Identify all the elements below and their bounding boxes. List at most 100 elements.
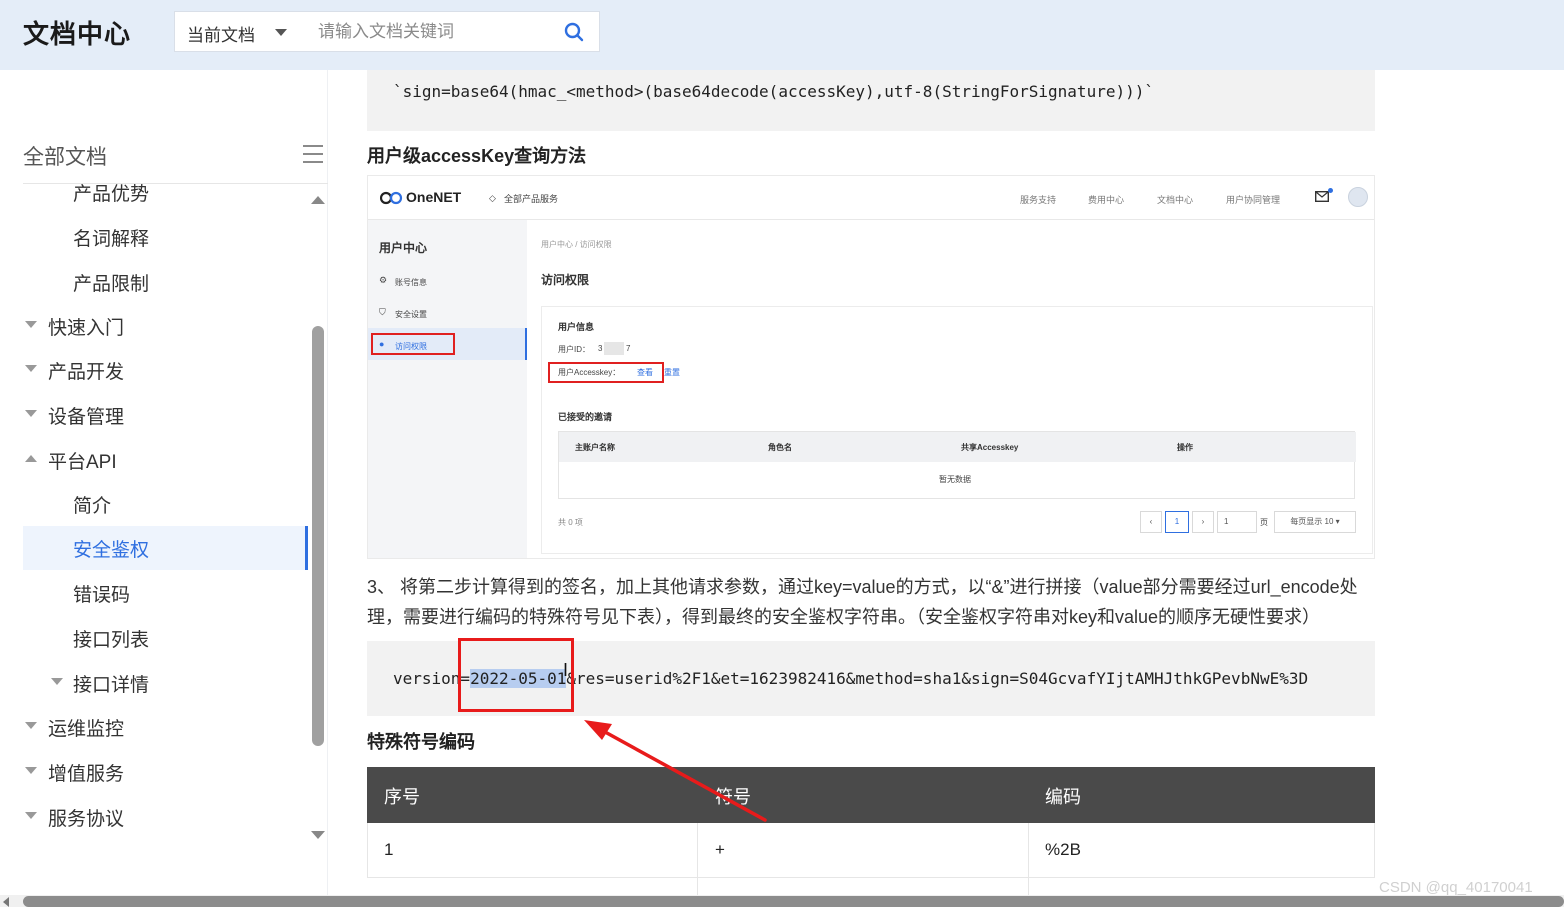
scroll-down-arrow[interactable] xyxy=(311,831,325,839)
page-unit: 页 xyxy=(1260,518,1268,527)
column-header: 主账户名称 xyxy=(575,443,615,452)
step3-paragraph: 3、 将第二步计算得到的签名，加上其他请求参数，通过key=value的方式，以… xyxy=(367,572,1367,632)
page-current: 1 xyxy=(1165,511,1189,533)
sidebar-item-ops-monitor[interactable]: 运维监控 xyxy=(23,705,308,749)
sidebar-item-service-agreement[interactable]: 服务协议 xyxy=(23,795,308,839)
sidebar-scrollbar[interactable] xyxy=(312,326,324,746)
invites-table: 主账户名称 角色名 共享Accesskey 操作 暂无数据 xyxy=(558,431,1356,499)
annotation-box xyxy=(548,362,664,383)
sidebar-item-label: 运维监控 xyxy=(48,719,125,740)
search-icon[interactable] xyxy=(563,21,585,43)
diamond-icon: ◇ xyxy=(489,193,496,203)
sidebar-item-label: 名词解释 xyxy=(73,229,150,250)
caret-down-icon xyxy=(25,321,37,328)
horizontal-scrollbar[interactable] xyxy=(0,895,1564,907)
caret-up-icon xyxy=(25,455,37,462)
doc-sidebar: 全部文档 产品优势 名词解释 产品限制 快速入门 产品开发 设备管理 平台API… xyxy=(0,70,328,895)
notification-dot xyxy=(1328,188,1333,193)
table-header: 序号 符号 编码 xyxy=(367,767,1375,823)
table-divider xyxy=(1028,823,1029,895)
column-header: 符号 xyxy=(715,787,751,807)
empty-state-text: 暂无数据 xyxy=(939,475,971,484)
sidebar-item-label: 快速入门 xyxy=(48,318,125,339)
annotation-highlight-box xyxy=(458,638,574,712)
sidebar-item-device-mgmt[interactable]: 设备管理 xyxy=(23,393,308,437)
screenshot-topbar: OneNET ◇ 全部产品服务 服务支持 费用中心 文档中心 用户协同管理 xyxy=(368,176,1374,220)
sidebar-item-limits[interactable]: 产品限制 xyxy=(23,260,308,304)
sidebar-item-value-added[interactable]: 增值服务 xyxy=(23,750,308,794)
sidebar-item-product-dev[interactable]: 产品开发 xyxy=(23,348,308,392)
sidebar-title: 全部文档 xyxy=(23,146,107,169)
sidebar-item-label: 平台API xyxy=(48,452,117,473)
section-heading-special: 特殊符号编码 xyxy=(367,732,475,752)
search-input[interactable] xyxy=(318,20,558,44)
sidebar-item-label: 错误码 xyxy=(73,585,131,606)
all-products-link: 全部产品服务 xyxy=(504,194,559,204)
user-center-title: 用户中心 xyxy=(379,241,428,255)
column-header: 共享Accesskey xyxy=(961,443,1019,452)
sidebar-tree: 产品优势 名词解释 产品限制 快速入门 产品开发 设备管理 平台API 简介 安… xyxy=(0,184,308,884)
invites-title: 已接受的邀请 xyxy=(558,412,613,422)
menu-icon[interactable] xyxy=(303,145,323,163)
sidebar-item-api-list[interactable]: 接口列表 xyxy=(23,616,308,660)
sidebar-item-label: 产品开发 xyxy=(48,362,125,383)
column-header: 序号 xyxy=(384,787,420,807)
embedded-screenshot: OneNET ◇ 全部产品服务 服务支持 费用中心 文档中心 用户协同管理 用户… xyxy=(367,175,1375,559)
nav-docs: 文档中心 xyxy=(1157,195,1194,205)
watermark: CSDN @qq_40170041 xyxy=(1379,879,1533,896)
sidebar-item-label: 产品优势 xyxy=(73,184,150,205)
sidebar-item-intro[interactable]: 简介 xyxy=(23,482,308,526)
sidebar-item-error-codes[interactable]: 错误码 xyxy=(23,571,308,615)
column-header: 编码 xyxy=(1045,787,1081,807)
scroll-left-arrow[interactable] xyxy=(3,897,9,907)
gear-icon: ⚙ xyxy=(379,275,388,285)
sidebar-item-security-auth[interactable]: 安全鉴权 xyxy=(23,526,308,570)
sidebar-item-label: 安全鉴权 xyxy=(73,540,150,561)
shield-icon: ⛉ xyxy=(379,307,386,317)
avatar xyxy=(1348,187,1368,207)
sidebar-item-platform-api[interactable]: 平台API xyxy=(23,438,308,482)
account-info-item: 账号信息 xyxy=(395,278,427,287)
horizontal-scroll-thumb[interactable] xyxy=(23,896,1564,907)
sidebar-item-glossary[interactable]: 名词解释 xyxy=(23,215,308,259)
reset-accesskey-link: 重置 xyxy=(664,368,680,377)
next-page-button: › xyxy=(1192,511,1214,533)
table-cell: 1 xyxy=(384,840,394,859)
doc-scope-select[interactable]: 当前文档 xyxy=(174,11,301,52)
screenshot-sidebar: 用户中心 ⚙ 账号信息 ⛉ 安全设置 ● 访问权限 xyxy=(368,220,527,558)
brand-name: OneNET xyxy=(406,189,462,205)
caret-down-icon xyxy=(25,812,37,819)
column-header: 操作 xyxy=(1177,443,1193,452)
nav-collab: 用户协同管理 xyxy=(1226,195,1281,205)
table-divider xyxy=(697,823,698,895)
sidebar-item-product-advantages[interactable]: 产品优势 xyxy=(23,184,308,214)
total-count: 共 0 项 xyxy=(558,518,583,527)
scroll-up-arrow[interactable] xyxy=(311,196,325,204)
user-id-suffix: 7 xyxy=(626,344,631,353)
mail-icon xyxy=(1315,191,1329,202)
caret-down-icon xyxy=(25,722,37,729)
sidebar-item-api-details[interactable]: 接口详情 xyxy=(23,661,308,705)
user-info-card: 用户信息 用户ID： 3 7 用户Accesskey： 查看 重置 已接受的邀请… xyxy=(541,306,1373,554)
code-text: `sign=base64(hmac_<method>(base64decode(… xyxy=(393,82,1154,101)
caret-down-icon xyxy=(51,678,63,685)
caret-down-icon xyxy=(25,410,37,417)
nav-billing: 费用中心 xyxy=(1088,195,1125,205)
step3-line2: 理，需要进行编码的特殊符号见下表），得到最终的安全鉴权字符串。（安全鉴权字符串对… xyxy=(367,607,1321,627)
security-settings-item: 安全设置 xyxy=(395,310,427,319)
table-cell: %2B xyxy=(1045,840,1081,859)
sidebar-item-quick-start[interactable]: 快速入门 xyxy=(23,304,308,348)
caret-down-icon xyxy=(25,767,37,774)
doc-scope-label: 当前文档 xyxy=(187,26,255,45)
site-logo[interactable]: 文档中心 xyxy=(23,14,131,51)
invites-table-header: 主账户名称 角色名 共享Accesskey 操作 xyxy=(559,432,1356,462)
redacted-id xyxy=(604,342,624,355)
search-box xyxy=(300,11,600,52)
sidebar-item-label: 接口列表 xyxy=(73,630,150,651)
prev-page-button: ‹ xyxy=(1140,511,1162,533)
table-cell: + xyxy=(715,840,725,859)
annotation-box xyxy=(371,333,455,355)
page-jump-input: 1 xyxy=(1217,511,1257,533)
text-cursor-icon: I xyxy=(563,660,569,680)
sidebar-item-label: 接口详情 xyxy=(73,675,150,696)
